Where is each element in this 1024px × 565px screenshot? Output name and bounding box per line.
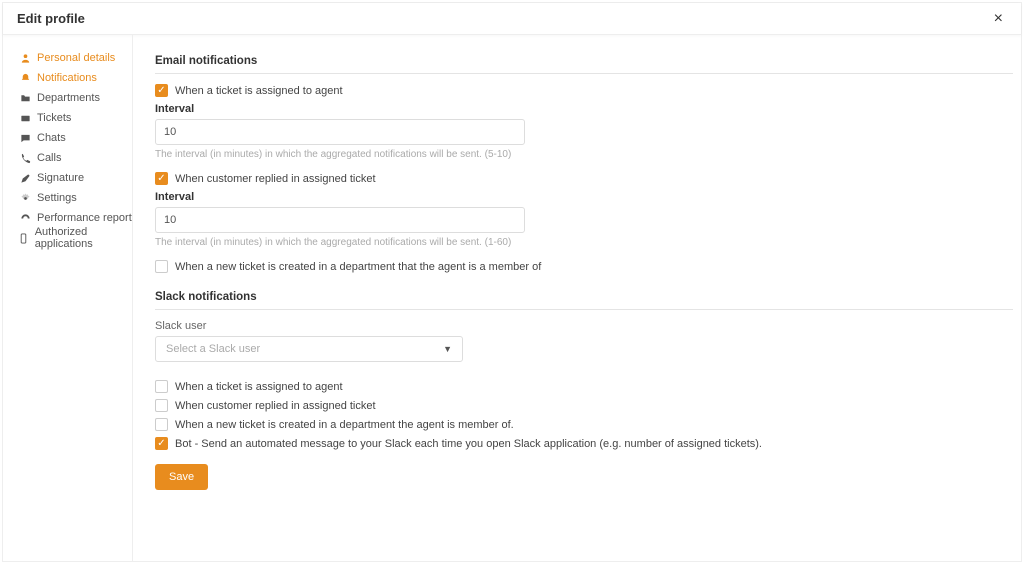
save-button-label: Save	[169, 471, 194, 483]
email-new-ticket-checkbox[interactable]	[155, 260, 168, 273]
slack-user-label: Slack user	[155, 320, 999, 332]
mobile-icon	[17, 233, 31, 244]
divider	[155, 73, 1013, 74]
pen-icon	[17, 173, 33, 184]
sidebar: Personal details Notifications Departmen…	[3, 35, 133, 561]
slack-replied-checkbox[interactable]	[155, 399, 168, 412]
sidebar-item-label: Settings	[37, 192, 77, 204]
slack-replied-row: When customer replied in assigned ticket	[155, 399, 999, 412]
bell-icon	[17, 73, 33, 84]
sidebar-item-label: Departments	[37, 92, 100, 104]
modal-title: Edit profile	[17, 11, 85, 26]
slack-assigned-row: When a ticket is assigned to agent	[155, 380, 999, 393]
email-assigned-interval-field: Interval	[155, 103, 999, 145]
email-replied-helper: The interval (in minutes) in which the a…	[155, 237, 999, 248]
sidebar-item-performance-report[interactable]: Performance report	[17, 209, 132, 227]
gear-icon	[17, 193, 33, 204]
sidebar-item-calls[interactable]: Calls	[17, 149, 132, 167]
sidebar-item-signature[interactable]: Signature	[17, 169, 132, 187]
slack-user-placeholder: Select a Slack user	[166, 343, 260, 355]
sidebar-item-authorized-applications[interactable]: Authorized applications	[17, 229, 132, 247]
sidebar-item-settings[interactable]: Settings	[17, 189, 132, 207]
folder-icon	[17, 93, 33, 104]
sidebar-item-label: Notifications	[37, 72, 97, 84]
email-section-title: Email notifications	[155, 55, 999, 67]
sidebar-item-tickets[interactable]: Tickets	[17, 109, 132, 127]
slack-new-ticket-label: When a new ticket is created in a depart…	[175, 419, 514, 431]
email-assigned-interval-input[interactable]	[155, 119, 525, 145]
chat-icon	[17, 133, 33, 144]
main-content: Email notifications When a ticket is ass…	[133, 35, 1021, 561]
slack-assigned-label: When a ticket is assigned to agent	[175, 381, 343, 393]
sidebar-item-label: Personal details	[37, 52, 115, 64]
close-icon: ×	[994, 10, 1003, 27]
slack-section-title: Slack notifications	[155, 291, 999, 303]
sidebar-item-personal-details[interactable]: Personal details	[17, 49, 132, 67]
slack-bot-label: Bot - Send an automated message to your …	[175, 438, 762, 450]
slack-assigned-checkbox[interactable]	[155, 380, 168, 393]
email-replied-interval-field: Interval	[155, 191, 999, 233]
slack-user-select[interactable]: Select a Slack user ▼	[155, 336, 463, 362]
email-replied-row: When customer replied in assigned ticket	[155, 172, 999, 185]
slack-replied-label: When customer replied in assigned ticket	[175, 400, 376, 412]
sidebar-item-label: Calls	[37, 152, 61, 164]
email-assigned-row: When a ticket is assigned to agent	[155, 84, 999, 97]
email-new-ticket-label: When a new ticket is created in a depart…	[175, 261, 541, 273]
person-icon	[17, 53, 33, 64]
slack-new-ticket-checkbox[interactable]	[155, 418, 168, 431]
modal-header: Edit profile ×	[3, 3, 1021, 35]
close-button[interactable]: ×	[990, 10, 1007, 28]
slack-bot-checkbox[interactable]	[155, 437, 168, 450]
slack-new-ticket-row: When a new ticket is created in a depart…	[155, 418, 999, 431]
email-assigned-checkbox[interactable]	[155, 84, 168, 97]
interval-label: Interval	[155, 103, 999, 115]
sidebar-item-label: Authorized applications	[35, 226, 132, 250]
gauge-icon	[17, 213, 33, 224]
email-replied-interval-input[interactable]	[155, 207, 525, 233]
email-replied-checkbox[interactable]	[155, 172, 168, 185]
divider	[155, 309, 1013, 310]
email-new-ticket-row: When a new ticket is created in a depart…	[155, 260, 999, 273]
sidebar-item-label: Chats	[37, 132, 66, 144]
sidebar-item-label: Tickets	[37, 112, 71, 124]
interval-label: Interval	[155, 191, 999, 203]
sidebar-item-departments[interactable]: Departments	[17, 89, 132, 107]
sidebar-item-label: Signature	[37, 172, 84, 184]
sidebar-item-chats[interactable]: Chats	[17, 129, 132, 147]
sidebar-item-label: Performance report	[37, 212, 132, 224]
ticket-icon	[17, 113, 33, 124]
email-assigned-helper: The interval (in minutes) in which the a…	[155, 149, 999, 160]
chevron-down-icon: ▼	[443, 344, 452, 354]
phone-icon	[17, 153, 33, 164]
email-replied-label: When customer replied in assigned ticket	[175, 173, 376, 185]
edit-profile-modal: Edit profile × Personal details Notifica…	[2, 2, 1022, 562]
modal-body: Personal details Notifications Departmen…	[3, 35, 1021, 561]
save-button[interactable]: Save	[155, 464, 208, 490]
sidebar-item-notifications[interactable]: Notifications	[17, 69, 132, 87]
slack-bot-row: Bot - Send an automated message to your …	[155, 437, 999, 450]
email-assigned-label: When a ticket is assigned to agent	[175, 85, 343, 97]
